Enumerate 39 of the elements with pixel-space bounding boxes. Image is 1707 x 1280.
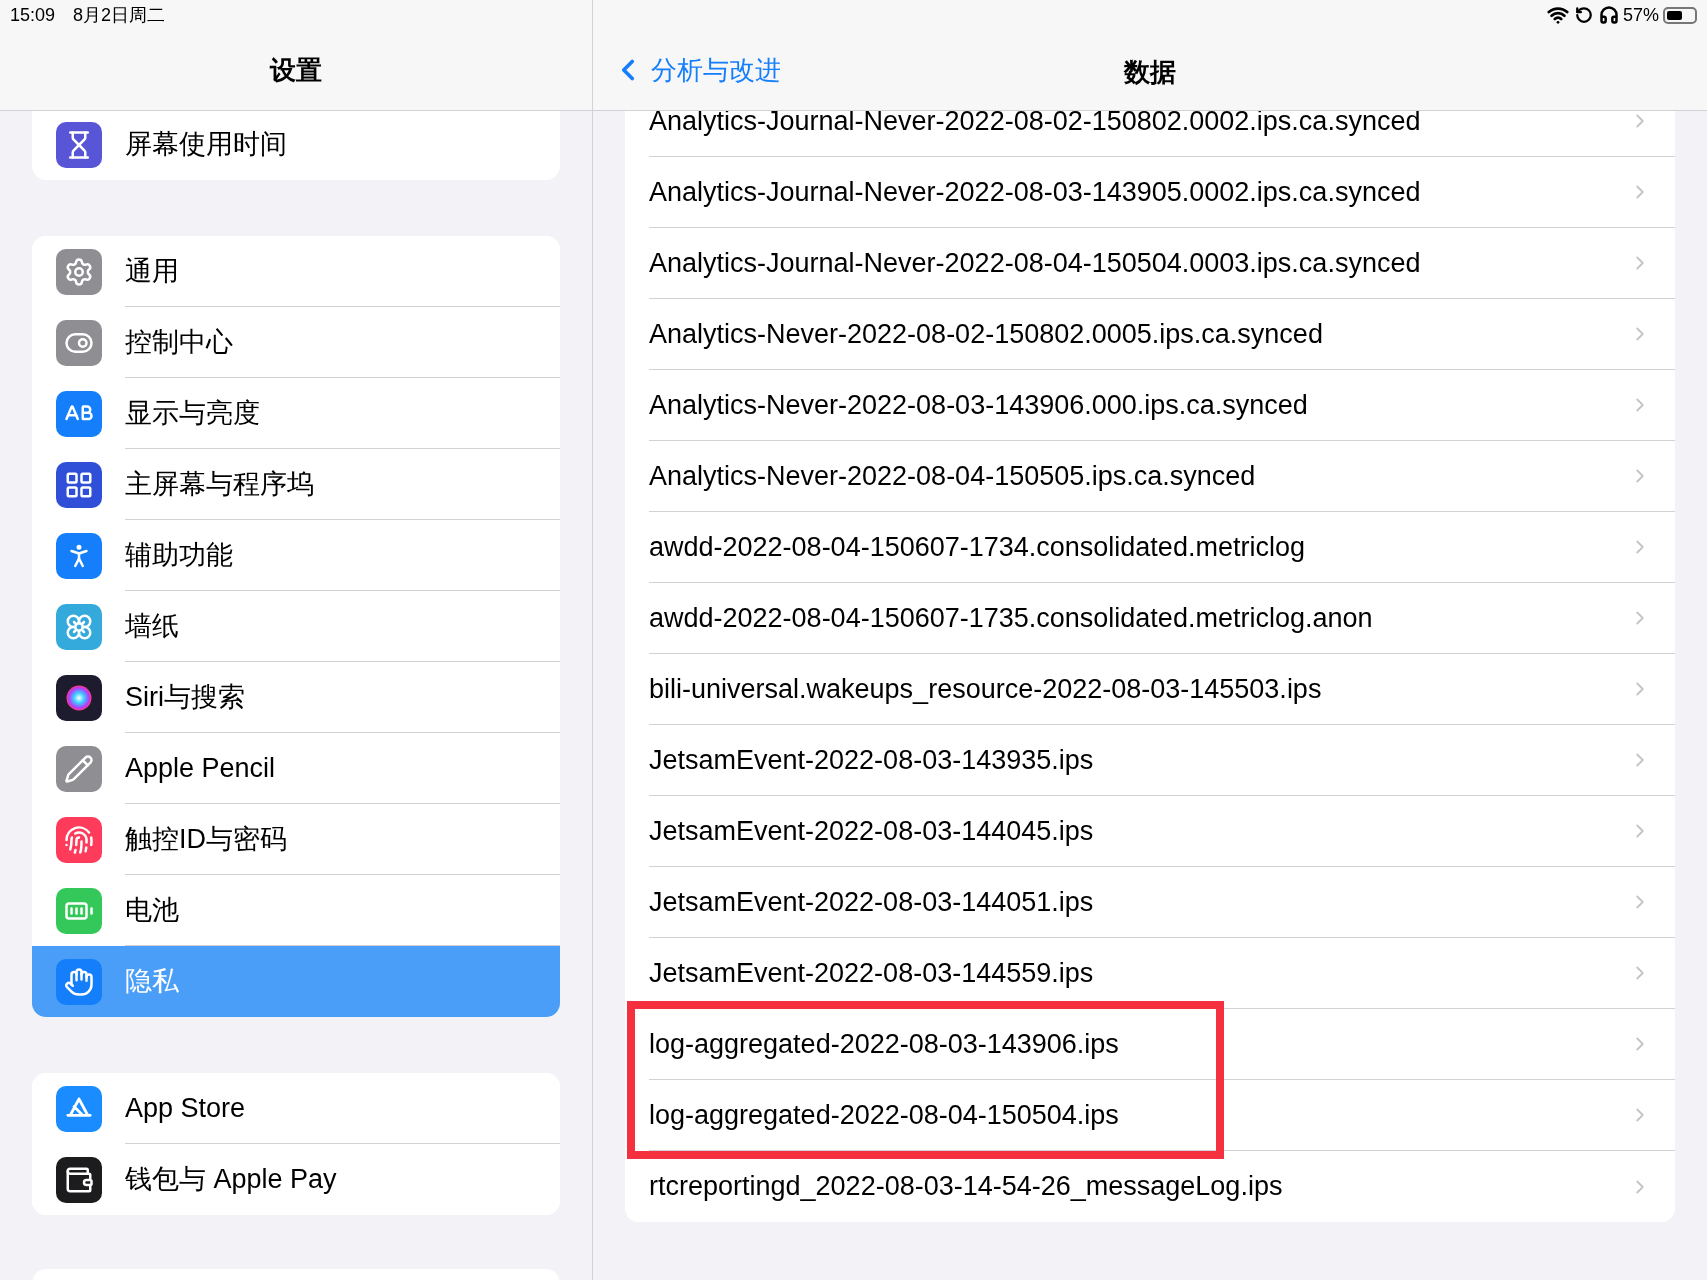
file-name: bili-universal.wakeups_resource-2022-08-03-145503.ips (649, 672, 1323, 706)
file-name: JetsamEvent-2022-08-03-144559.ips (649, 956, 1095, 990)
file-name: JetsamEvent-2022-08-03-144051.ips (649, 885, 1095, 919)
headphones-icon (1598, 5, 1619, 25)
wifi-icon (1546, 4, 1569, 26)
settings-label: 钱包与 Apple Pay (125, 1163, 337, 1197)
back-button[interactable]: 分析与改进 (611, 50, 781, 90)
settings-label: 屏幕使用时间 (125, 128, 287, 162)
file-name: Analytics-Never-2022-08-02-150802.0005.ips.ca.synced (649, 317, 1324, 351)
settings-label: App Store (125, 1091, 246, 1125)
settings-label: 通用 (125, 254, 179, 288)
settings-label: 辅助功能 (125, 538, 233, 572)
sidebar-title: 设置 (270, 53, 322, 87)
status-date: 8月2日周二 (73, 3, 166, 27)
rotation-lock-icon (1574, 6, 1593, 24)
file-name: log-aggregated-2022-08-04-150504.ips (649, 1098, 1120, 1132)
file-name: Analytics-Never-2022-08-04-150505.ips.ca.synced (649, 459, 1257, 493)
file-name: Analytics-Journal-Never-2022-08-04-150504.0003.ips.ca.synced (649, 246, 1422, 280)
file-name: Analytics-Journal-Never-2022-08-02-150802.0002.ips.ca.synced (649, 111, 1422, 138)
file-name: awdd-2022-08-04-150607-1734.consolidated.metriclog (649, 530, 1306, 564)
settings-label: 隐私 (125, 965, 179, 999)
file-name: JetsamEvent-2022-08-03-144045.ips (649, 814, 1095, 848)
file-name: Analytics-Journal-Never-2022-08-03-143905.0002.ips.ca.synced (649, 175, 1422, 209)
file-name: JetsamEvent-2022-08-03-143935.ips (649, 743, 1095, 777)
file-name: awdd-2022-08-04-150607-1735.consolidated.metriclog.anon (649, 601, 1374, 635)
status-time: 15:09 (10, 3, 56, 27)
page-title: 数据 (1124, 56, 1176, 89)
settings-label: 控制中心 (125, 325, 233, 359)
file-name: Analytics-Never-2022-08-03-143906.000.ips.ca.synced (649, 388, 1309, 422)
battery-percent: 57% (1622, 3, 1659, 27)
settings-label: 墙纸 (125, 609, 179, 643)
file-name: rtcreportingd_2022-08-03-14-54-26_messageLog.ips (649, 1170, 1284, 1204)
settings-label: Siri与搜索 (125, 680, 245, 714)
settings-label: 显示与亮度 (125, 396, 260, 430)
settings-label: 主屏幕与程序坞 (125, 467, 314, 501)
settings-label: 电池 (125, 893, 179, 927)
settings-label: 触控ID与密码 (125, 822, 287, 856)
file-name: log-aggregated-2022-08-03-143906.ips (649, 1027, 1120, 1061)
settings-label: Apple Pencil (125, 751, 276, 785)
